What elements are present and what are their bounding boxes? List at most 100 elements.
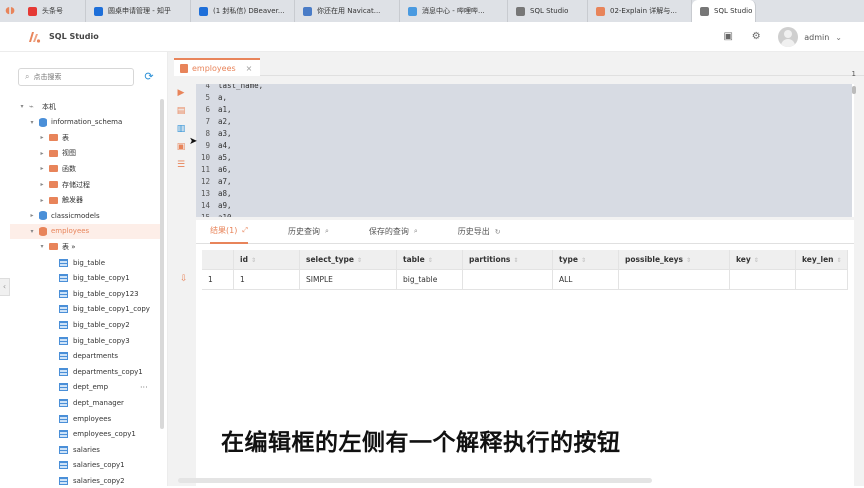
table-cell[interactable]: big_table — [397, 270, 463, 290]
tree-item[interactable]: big_table_copy3 — [10, 333, 160, 348]
table-cell[interactable]: ALL — [553, 270, 619, 290]
tree-item[interactable]: big_table_copy123 — [10, 286, 160, 301]
tree-item[interactable]: ▸ 函数 — [10, 161, 160, 176]
tree-item[interactable]: ▸ 视图 — [10, 146, 160, 161]
expand-arrow-icon[interactable]: ▾ — [38, 243, 46, 250]
avatar[interactable] — [778, 27, 799, 47]
column-header[interactable]: select_type ⇕ — [300, 250, 397, 270]
chevron-down-icon[interactable]: ⌄ — [835, 33, 842, 42]
settings-gear-icon[interactable]: ⚙ — [750, 31, 762, 43]
tree-item[interactable]: big_table_copy1_copy — [10, 302, 160, 317]
column-header[interactable]: key ⇕ — [730, 250, 796, 270]
browser-tab[interactable]: (1 封私信) DBeaver... — [191, 0, 295, 22]
table-cell[interactable]: SIMPLE — [300, 270, 397, 290]
tree-item[interactable]: ▸ 存储过程 — [10, 177, 160, 192]
expand-arrow-icon[interactable]: ▸ — [38, 150, 46, 157]
column-header[interactable]: key_len ⇕ — [796, 250, 848, 270]
table-cell[interactable]: 1 — [202, 270, 234, 290]
sort-icon[interactable]: ⇕ — [513, 257, 518, 264]
browser-tab[interactable]: 你还在用 Navicat... — [295, 0, 400, 22]
search-input[interactable] — [33, 73, 124, 81]
browser-tab[interactable]: 消息中心 - 哔哩哔... — [400, 0, 508, 22]
editor-tab-employees[interactable]: employees × — [174, 58, 261, 76]
table-cell[interactable]: 1 — [234, 270, 300, 290]
browser-menu-icon[interactable]: ◖◗ — [0, 0, 20, 22]
sort-icon[interactable]: ⇕ — [251, 257, 256, 264]
code-text: a8, — [218, 189, 232, 198]
sql-editor[interactable]: 4 last_name, 5 a, 6 a1, 7 a2, 8 a3, 9 a4, 10 a5, 11 a6,… — [196, 84, 854, 217]
result-tab[interactable]: 历史导出 ↻ — [458, 220, 501, 244]
column-header[interactable]: type ⇕ — [553, 250, 619, 270]
tree-item[interactable]: departments_copy1 — [10, 364, 160, 379]
result-tab[interactable]: 历史查询 ⌕ — [288, 220, 329, 244]
export-icon[interactable]: ⇩ — [180, 274, 188, 284]
sort-icon[interactable]: ⇕ — [686, 257, 691, 264]
result-tab[interactable]: 保存的查询 ⌕ — [369, 220, 418, 244]
sort-icon[interactable]: ⇕ — [754, 257, 759, 264]
tree-item[interactable]: ▾ ⌁ 本机 — [10, 99, 160, 114]
table-cell[interactable] — [796, 270, 848, 290]
sort-icon[interactable]: ⇕ — [357, 257, 362, 264]
tree-item[interactable]: employees — [10, 411, 160, 426]
result-tab[interactable]: 结果(1) ⤢ — [210, 220, 248, 244]
expand-arrow-icon[interactable]: ▾ — [28, 119, 36, 126]
tree-item[interactable]: big_table_copy1 — [10, 271, 160, 286]
explain-icon[interactable]: ▤ — [176, 106, 186, 116]
tree-item[interactable]: salaries_copy1 — [10, 458, 160, 473]
sort-icon[interactable]: ⇕ — [428, 257, 433, 264]
table-cell[interactable] — [463, 270, 553, 290]
expand-arrow-icon[interactable]: ▾ — [18, 103, 26, 110]
tree-item[interactable]: ▾ 表 » — [10, 239, 160, 254]
browser-tab[interactable]: SQL Studio — [692, 0, 756, 22]
sort-icon[interactable]: ⇕ — [581, 257, 586, 264]
tree-item[interactable]: big_table — [10, 255, 160, 270]
sort-icon[interactable]: ⇕ — [837, 257, 842, 264]
expand-arrow-icon[interactable]: ▸ — [38, 134, 46, 141]
tree-item[interactable]: employees_copy1 — [10, 427, 160, 442]
column-header[interactable]: id ⇕ — [234, 250, 300, 270]
tree-item[interactable]: ▾ information_schema — [10, 115, 160, 130]
result-tab-label: 结果(1) — [210, 226, 238, 235]
run-icon[interactable]: ▶ — [176, 88, 186, 98]
refresh-icon[interactable]: ⟳ — [142, 70, 156, 84]
list-icon[interactable]: ☰ — [176, 160, 186, 170]
table-icon — [59, 352, 68, 361]
tree-item[interactable]: dept_manager — [10, 395, 160, 410]
user-name[interactable]: admin — [804, 33, 829, 42]
sidebar-scrollbar[interactable] — [160, 99, 164, 429]
close-icon[interactable]: × — [246, 64, 253, 73]
column-header[interactable]: partitions ⇕ — [463, 250, 553, 270]
horizontal-scrollbar[interactable] — [178, 478, 652, 483]
tree-item[interactable]: ▾ employees — [10, 223, 160, 239]
browser-tab[interactable]: 02-Explain 详解与... — [588, 0, 692, 22]
tree-item[interactable]: ▸ 表 — [10, 130, 160, 145]
search-box[interactable]: ⌕ — [18, 68, 134, 86]
translate-icon[interactable]: ▣ — [722, 31, 734, 43]
more-icon[interactable]: ··· — [140, 383, 148, 392]
expand-arrow-icon[interactable]: ▸ — [38, 181, 46, 188]
tree-item[interactable]: ▸ 触发器 — [10, 193, 160, 208]
code-area[interactable]: 4 last_name, 5 a, 6 a1, 7 a2, 8 a3, 9 a4, 10 a5, 11 a6,… — [196, 84, 852, 217]
column-header[interactable]: table ⇕ — [397, 250, 463, 270]
table-row[interactable]: 1 1 SIMPLE big_table ALL — [202, 270, 848, 290]
table-cell[interactable] — [619, 270, 730, 290]
format-icon[interactable]: ▥ — [176, 124, 186, 134]
tree-item[interactable]: dept_emp ··· — [10, 380, 160, 395]
browser-tab[interactable]: SQL Studio — [508, 0, 588, 22]
expand-arrow-icon[interactable]: ▸ — [38, 197, 46, 204]
tree-item[interactable]: ▸ classicmodels — [10, 208, 160, 223]
save-icon[interactable]: ▣ — [176, 142, 186, 152]
collapse-sidebar-handle[interactable]: ‹ — [0, 278, 10, 296]
expand-arrow-icon[interactable]: ▾ — [28, 228, 36, 235]
tree-item[interactable]: departments — [10, 349, 160, 364]
browser-tab[interactable]: 圆桌申请管理 - 知乎 — [86, 0, 191, 22]
expand-arrow-icon[interactable]: ▸ — [28, 212, 36, 219]
tree-item[interactable]: salaries — [10, 442, 160, 457]
column-header[interactable] — [202, 250, 234, 270]
column-header[interactable]: possible_keys ⇕ — [619, 250, 730, 270]
editor-scrollbar[interactable] — [852, 86, 856, 94]
tree-item[interactable]: big_table_copy2 — [10, 317, 160, 332]
table-cell[interactable] — [730, 270, 796, 290]
browser-tab[interactable]: 头条号 — [20, 0, 86, 22]
expand-arrow-icon[interactable]: ▸ — [38, 165, 46, 172]
